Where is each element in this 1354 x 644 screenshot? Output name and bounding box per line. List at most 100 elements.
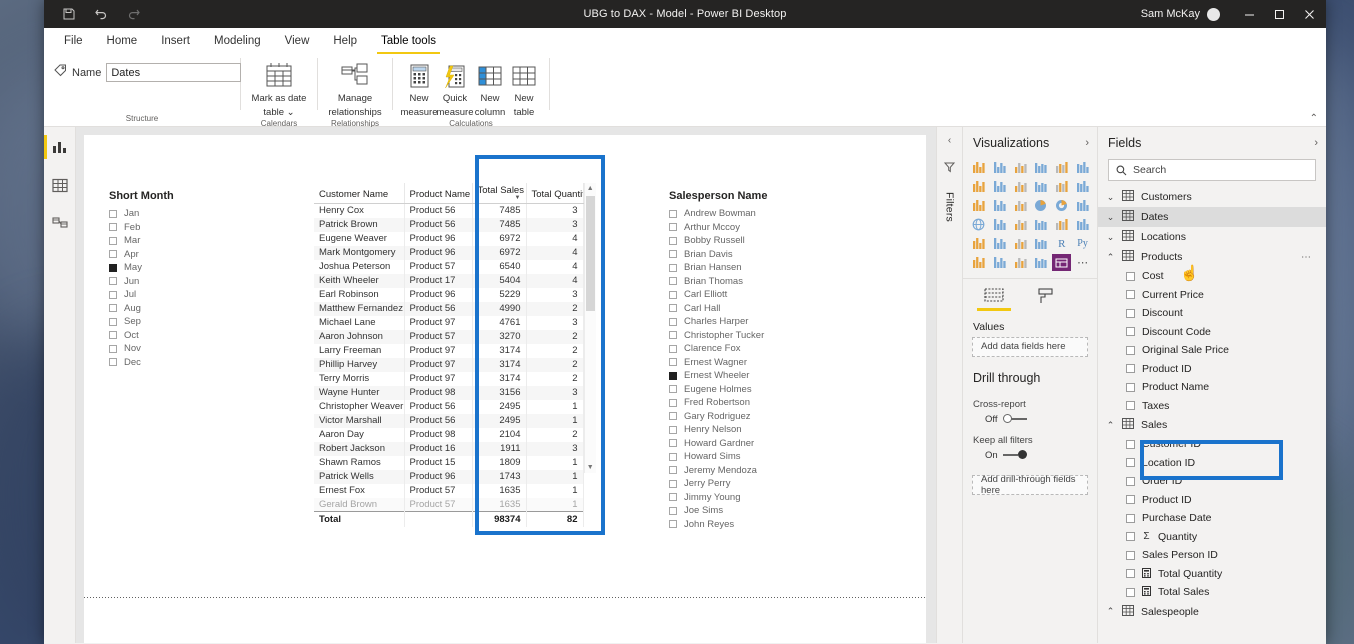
stacked-area-chart-icon[interactable]: [1011, 178, 1030, 195]
map-icon[interactable]: [969, 216, 988, 233]
slicer-salesperson-item[interactable]: Bobby Russell: [669, 234, 767, 248]
quick-measure-button[interactable]: Quick measure: [437, 59, 473, 119]
chevron-up-icon[interactable]: ⌃: [1106, 420, 1115, 431]
checkbox-icon[interactable]: [109, 277, 117, 286]
new-measure-button[interactable]: New measure: [401, 59, 437, 119]
ribbon-chart-icon[interactable]: [1073, 178, 1092, 195]
slicer-month-item[interactable]: Mar: [109, 234, 174, 248]
funnel-chart-icon[interactable]: [990, 197, 1009, 214]
pie-chart-icon[interactable]: [1032, 197, 1051, 214]
chevron-up-icon[interactable]: ⌃: [1106, 252, 1115, 263]
table-row[interactable]: Patrick Wells Product 96 1743 1: [314, 469, 584, 484]
checkbox-icon[interactable]: [669, 520, 677, 529]
field-checkbox[interactable]: [1126, 458, 1135, 468]
field-item[interactable]: Product ID: [1098, 360, 1326, 379]
slicer-salesperson-item[interactable]: Brian Thomas: [669, 275, 767, 289]
matrix-icon[interactable]: [1032, 235, 1051, 252]
format-tab[interactable]: [1029, 287, 1063, 311]
checkbox-icon[interactable]: [109, 250, 117, 259]
checkbox-icon[interactable]: [109, 263, 117, 272]
tab-modeling[interactable]: Modeling: [202, 28, 273, 54]
multi-row-card-icon[interactable]: [1073, 216, 1092, 233]
mark-as-date-table-button[interactable]: Mark as date table ⌄: [249, 59, 309, 119]
table-row[interactable]: Christopher Weaver Product 56 2495 1: [314, 399, 584, 414]
checkbox-icon[interactable]: [109, 304, 117, 313]
checkbox-icon[interactable]: [109, 344, 117, 353]
maximize-button[interactable]: [1264, 0, 1294, 28]
checkbox-icon[interactable]: [669, 385, 677, 394]
checkbox-icon[interactable]: [109, 223, 117, 232]
table-row[interactable]: Keith Wheeler Product 17 5404 4: [314, 273, 584, 288]
tab-insert[interactable]: Insert: [149, 28, 202, 54]
r-script-icon[interactable]: R: [1052, 235, 1071, 252]
slicer-salesperson-item[interactable]: Ernest Wheeler: [669, 369, 767, 383]
checkbox-icon[interactable]: [669, 466, 677, 475]
table-row[interactable]: Gerald Brown Product 57 1635 1: [314, 497, 584, 512]
shape-map-icon[interactable]: [1011, 216, 1030, 233]
field-item[interactable]: Original Sale Price: [1098, 341, 1326, 360]
more-options-icon[interactable]: ⋯: [1073, 254, 1092, 271]
chevron-down-icon[interactable]: ⌄: [1106, 192, 1115, 203]
qna-icon[interactable]: [1011, 254, 1030, 271]
collapse-visualizations-icon[interactable]: ›: [1085, 137, 1089, 149]
area-chart-icon[interactable]: [990, 178, 1009, 195]
table-row[interactable]: Joshua Peterson Product 57 6540 4: [314, 259, 584, 274]
scrollbar-track[interactable]: [585, 194, 595, 462]
fields-table-salespeople[interactable]: ⌃ Salespeople: [1098, 602, 1326, 622]
chevron-up-icon[interactable]: ⌃: [1106, 606, 1115, 617]
values-dropzone[interactable]: Add data fields here: [972, 336, 1088, 357]
treemap-icon[interactable]: [1073, 197, 1092, 214]
slicer-month-item[interactable]: Jan: [109, 207, 174, 221]
checkbox-icon[interactable]: [669, 358, 677, 367]
slicer-salesperson-item[interactable]: Clarence Fox: [669, 342, 767, 356]
slicer-salesperson-item[interactable]: Brian Davis: [669, 248, 767, 262]
checkbox-icon[interactable]: [669, 425, 677, 434]
sidebar-item-model-view[interactable]: [44, 209, 76, 237]
sidebar-item-data-view[interactable]: [44, 171, 76, 199]
drill-through-dropzone[interactable]: Add drill-through fields here: [972, 474, 1088, 496]
filters-pane-collapsed[interactable]: ‹ Filters: [937, 127, 963, 643]
keep-all-filters-toggle-row[interactable]: On: [963, 450, 1097, 461]
table-row[interactable]: Michael Lane Product 97 4761 3: [314, 315, 584, 330]
slicer-salesperson-item[interactable]: Fred Robertson: [669, 396, 767, 410]
avatar[interactable]: [1207, 7, 1220, 21]
clustered-column-chart-icon[interactable]: [1032, 159, 1051, 176]
checkbox-icon[interactable]: [669, 493, 677, 502]
checkbox-icon[interactable]: [669, 236, 677, 245]
chevron-down-icon[interactable]: ⌄: [1106, 232, 1115, 243]
table-name-input[interactable]: [106, 63, 242, 82]
tab-table-tools[interactable]: Table tools: [369, 28, 448, 54]
keep-all-filters-toggle[interactable]: [1002, 450, 1027, 460]
field-item[interactable]: Customer ID: [1098, 435, 1326, 454]
field-item[interactable]: Product Name: [1098, 378, 1326, 397]
field-checkbox[interactable]: [1126, 513, 1135, 523]
checkbox-icon[interactable]: [669, 331, 677, 340]
slicer-salesperson-item[interactable]: Joe Sims: [669, 504, 767, 518]
table-icon[interactable]: [1011, 235, 1030, 252]
collapse-fields-icon[interactable]: ›: [1314, 137, 1318, 149]
manage-relationships-button[interactable]: Manage relationships: [326, 59, 384, 119]
field-checkbox[interactable]: [1126, 364, 1135, 374]
table-row[interactable]: Victor Marshall Product 56 2495 1: [314, 413, 584, 428]
table-row[interactable]: Henry Cox Product 56 7485 3: [314, 203, 584, 218]
slicer-salesperson-item[interactable]: Jeremy Mendoza: [669, 464, 767, 478]
field-item[interactable]: Discount Code: [1098, 323, 1326, 342]
field-checkbox[interactable]: [1126, 345, 1135, 355]
table-row[interactable]: Mark Montgomery Product 96 6972 4: [314, 245, 584, 260]
chevron-left-icon[interactable]: ‹: [948, 135, 951, 146]
save-icon[interactable]: [60, 5, 78, 23]
scatter-chart-icon[interactable]: [1011, 197, 1030, 214]
field-item[interactable]: Current Price: [1098, 286, 1326, 305]
line-stacked-column-icon[interactable]: [1032, 178, 1051, 195]
table-row[interactable]: Eugene Weaver Product 96 6972 4: [314, 231, 584, 246]
100-stacked-bar-chart-icon[interactable]: [1052, 159, 1071, 176]
checkbox-icon[interactable]: [669, 223, 677, 232]
col-header-total-sales[interactable]: Total Sales ▼: [472, 183, 527, 204]
field-checkbox[interactable]: [1126, 476, 1135, 486]
field-checkbox[interactable]: [1126, 290, 1135, 300]
tab-file[interactable]: File: [52, 28, 95, 54]
python-script-icon[interactable]: Py: [1073, 235, 1092, 252]
table-row[interactable]: Larry Freeman Product 97 3174 2: [314, 343, 584, 358]
slicer-salesperson-item[interactable]: Andrew Bowman: [669, 207, 767, 221]
slicer-salesperson-item[interactable]: Jerry Perry: [669, 477, 767, 491]
